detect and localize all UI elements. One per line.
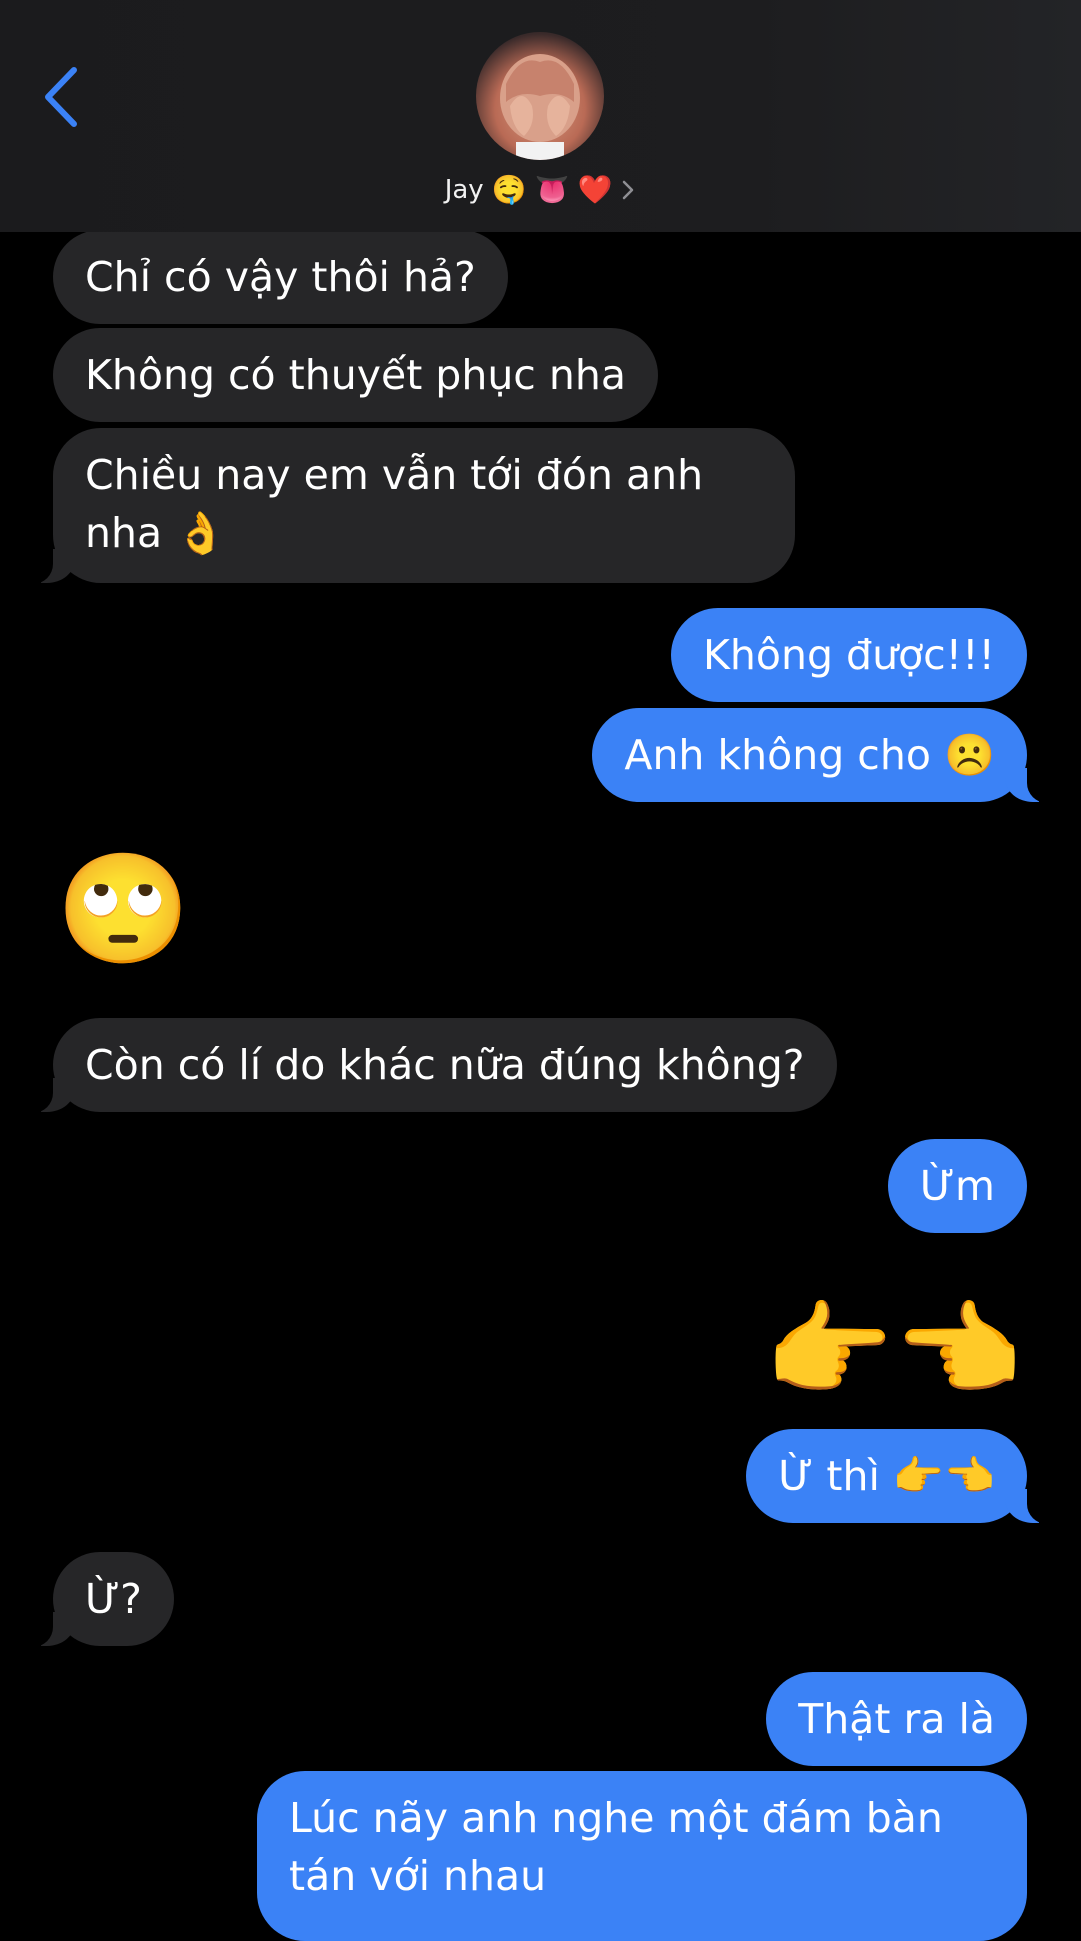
message-incoming[interactable]: Còn có lí do khác nữa đúng không?	[29, 1018, 837, 1113]
contact-avatar[interactable]	[476, 32, 604, 160]
message-incoming[interactable]: Ừ?	[29, 1552, 174, 1647]
message-outgoing[interactable]: Lúc nãy anh nghe một đám bàn tán với nha…	[257, 1771, 1027, 1941]
contact-name: Jay	[444, 175, 484, 205]
drooling-face-emoji: 🤤	[491, 173, 527, 206]
message-outgoing[interactable]: Không được!!!	[671, 608, 1027, 702]
message-incoming[interactable]: Chiều nay em vẫn tới đón anh nha 👌	[29, 428, 795, 584]
conversation-header: Jay 🤤 👅 ❤️	[0, 0, 1081, 232]
contact-details-link[interactable]: Jay 🤤 👅 ❤️	[0, 170, 1081, 210]
message-incoming[interactable]: Chỉ có vậy thôi hả?	[53, 230, 508, 324]
message-outgoing[interactable]: Ừm	[887, 1139, 1027, 1233]
pointing-fingers-emoji[interactable]: 👉👈	[764, 1298, 1023, 1402]
message-outgoing[interactable]: Anh không cho ☹️	[592, 708, 1051, 803]
back-chevron-icon[interactable]	[36, 62, 86, 132]
tongue-emoji: 👅	[534, 173, 570, 206]
message-outgoing[interactable]: Thật ra là	[766, 1672, 1027, 1766]
message-outgoing[interactable]: Ừ thì 👉👈	[746, 1429, 1051, 1524]
chevron-right-icon	[623, 180, 634, 200]
eye-roll-emoji[interactable]: 🙄	[56, 856, 190, 964]
message-incoming[interactable]: Không có thuyết phục nha	[53, 328, 658, 422]
message-thread: Chỉ có vậy thôi hả? Không có thuyết phục…	[0, 0, 1081, 1941]
red-heart-emoji: ❤️	[577, 173, 613, 206]
